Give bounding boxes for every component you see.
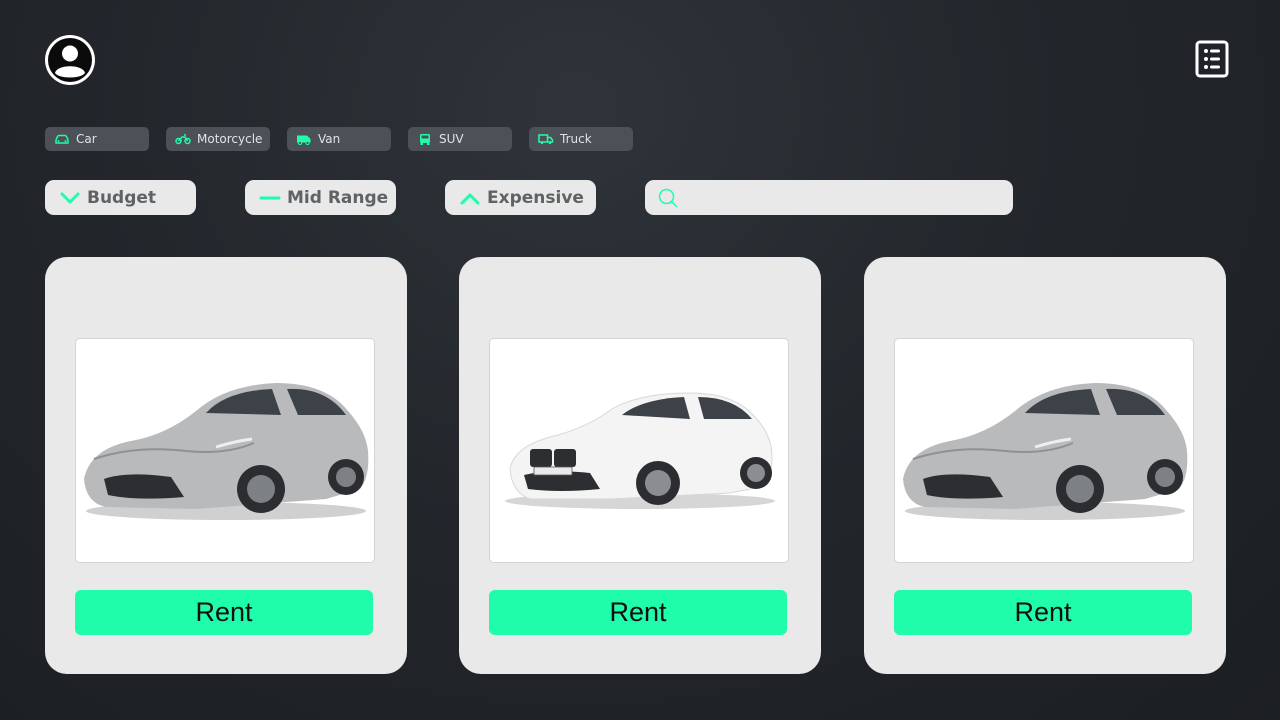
silver-sedan-image <box>903 383 1188 520</box>
rent-button[interactable]: Rent <box>489 590 787 635</box>
search-input[interactable] <box>687 184 1006 213</box>
chip-label: Motorcycle <box>197 132 263 146</box>
vehicle-type-car[interactable]: Car <box>45 127 149 151</box>
filter-label: Budget <box>87 187 157 208</box>
silver-sedan-image <box>84 383 369 520</box>
rent-button[interactable]: Rent <box>894 590 1192 635</box>
user-avatar[interactable] <box>45 35 95 85</box>
car-card: Rent <box>45 257 407 674</box>
rent-button[interactable]: Rent <box>75 590 373 635</box>
vehicle-type-motorcycle[interactable]: Motorcycle <box>166 127 270 151</box>
chip-label: Car <box>76 132 97 146</box>
car-photo <box>75 338 375 563</box>
list-icon <box>1195 40 1229 78</box>
filter-budget-button[interactable]: Budget <box>45 180 196 215</box>
vehicle-type-truck[interactable]: Truck <box>529 127 633 151</box>
van-icon <box>296 133 312 145</box>
car-card: Rent <box>459 257 821 674</box>
filter-expensive-button[interactable]: Expensive <box>445 180 596 215</box>
filter-mid-range-button[interactable]: Mid Range <box>245 180 396 215</box>
car-photo <box>894 338 1194 563</box>
filter-label: Mid Range <box>287 187 389 208</box>
search-icon <box>657 187 679 209</box>
chevron-up-icon <box>459 188 481 208</box>
chip-label: Truck <box>560 132 592 146</box>
truck-icon <box>538 133 554 145</box>
chip-label: Van <box>318 132 341 146</box>
filter-label: Expensive <box>487 187 584 208</box>
motorcycle-icon <box>175 133 191 145</box>
car-photo <box>489 338 789 563</box>
dash-icon <box>259 188 281 208</box>
vehicle-type-van[interactable]: Van <box>287 127 391 151</box>
user-avatar-icon <box>48 38 92 82</box>
suv-icon <box>417 133 433 145</box>
chip-label: SUV <box>439 132 464 146</box>
white-sedan-image <box>505 392 775 509</box>
car-card: Rent <box>864 257 1226 674</box>
car-icon <box>54 133 70 145</box>
list-menu-button[interactable] <box>1195 40 1229 78</box>
chevron-down-icon <box>59 188 81 208</box>
vehicle-type-suv[interactable]: SUV <box>408 127 512 151</box>
search-bar[interactable] <box>645 180 1013 215</box>
